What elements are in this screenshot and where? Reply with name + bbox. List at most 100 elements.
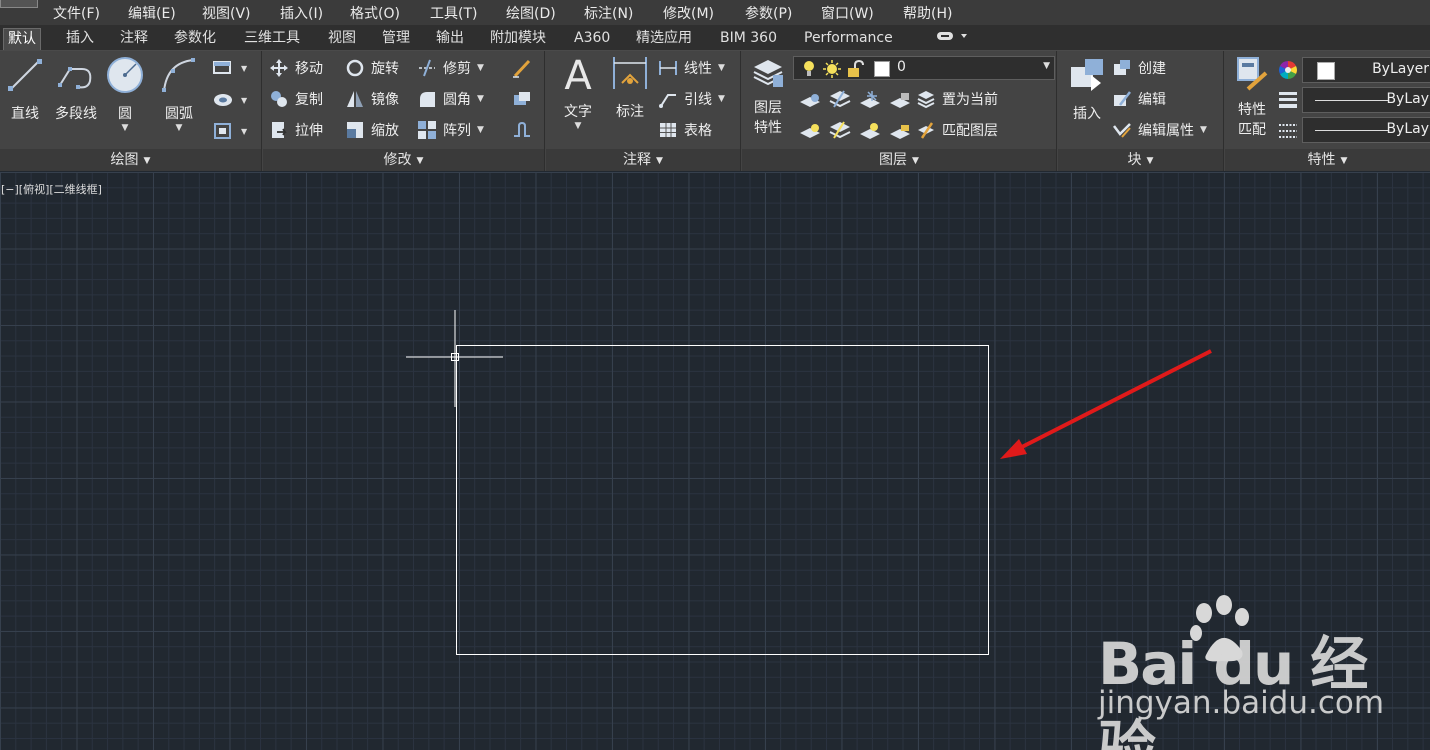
menu-edit[interactable]: 编辑(E): [128, 3, 176, 23]
array-dropdown-icon[interactable]: ▼: [477, 125, 484, 135]
menu-parametric[interactable]: 参数(P): [745, 3, 792, 23]
mirror-tool[interactable]: 镜像: [345, 88, 399, 110]
boundary-icon[interactable]: [212, 121, 234, 141]
text-tool[interactable]: A 文字 ▼: [556, 53, 600, 131]
draw-panel-title[interactable]: 绘图 ▼: [0, 149, 261, 171]
ribbon: 直线 多段线 圆 ▼ 圆弧 ▼ ▼ ▼ ▼ 绘图 ▼ 移动 旋转 修剪 ▼ 复制…: [0, 51, 1430, 171]
menu-dimension[interactable]: 标注(N): [584, 3, 633, 23]
color-dropdown[interactable]: ByLayer: [1302, 57, 1430, 83]
create-block-tool[interactable]: 创建: [1112, 57, 1166, 79]
dimension-tool[interactable]: 标注: [608, 53, 652, 121]
layer-thaw-icon[interactable]: [858, 120, 882, 142]
linetype-icon[interactable]: [1277, 121, 1299, 141]
layer-unlock-all-icon[interactable]: [888, 120, 912, 142]
leader-tool[interactable]: 引线 ▼: [658, 88, 725, 110]
arc-dropdown-icon[interactable]: ▼: [156, 123, 202, 133]
layer-on-icon[interactable]: [798, 121, 822, 141]
tab-annotate[interactable]: 注释: [116, 28, 152, 50]
layer-lock-icon[interactable]: [888, 89, 912, 111]
offset-icon[interactable]: [511, 120, 533, 140]
tab-addins[interactable]: 附加模块: [486, 28, 550, 50]
tab-featured-apps[interactable]: 精选应用: [632, 28, 696, 50]
ribbon-toggle-icon[interactable]: [936, 29, 970, 43]
match-layer-label: 匹配图层: [942, 123, 998, 139]
line-tool[interactable]: 直线: [4, 55, 46, 123]
circle-dropdown-icon[interactable]: ▼: [104, 123, 146, 133]
tab-manage[interactable]: 管理: [378, 28, 414, 50]
trim-tool[interactable]: 修剪 ▼: [417, 57, 484, 79]
layer-isolate-icon[interactable]: [828, 87, 852, 111]
linetype-value: ByLay: [1386, 121, 1429, 137]
erase-icon[interactable]: [511, 58, 533, 78]
leader-dropdown-icon[interactable]: ▼: [718, 94, 725, 104]
tab-bim360[interactable]: BIM 360: [716, 28, 781, 50]
layer-off-icon[interactable]: [798, 90, 822, 110]
menu-format[interactable]: 格式(O): [350, 3, 400, 23]
insert-block-tool[interactable]: 插入: [1062, 55, 1112, 123]
circle-icon: [107, 57, 143, 93]
viewport-controls-label[interactable]: [−][俯视][二维线框]: [1, 181, 102, 197]
menu-tools[interactable]: 工具(T): [430, 3, 477, 23]
menu-window[interactable]: 窗口(W): [821, 3, 874, 23]
text-dropdown-icon[interactable]: ▼: [556, 121, 600, 131]
menu-help[interactable]: 帮助(H): [903, 3, 952, 23]
edit-attributes-label: 编辑属性: [1138, 123, 1194, 139]
boundary-dropdown-icon[interactable]: ▼: [241, 127, 247, 136]
layer-unisolate-icon[interactable]: [828, 118, 852, 142]
layers-panel-title[interactable]: 图层 ▼: [742, 149, 1056, 171]
hatch-icon[interactable]: [212, 91, 234, 109]
hatch-dropdown-icon[interactable]: ▼: [241, 96, 247, 105]
menu-draw[interactable]: 绘图(D): [506, 3, 556, 23]
rectangle-dropdown-icon[interactable]: ▼: [241, 64, 247, 73]
match-layer-tool[interactable]: 匹配图层: [916, 119, 998, 141]
layer-freeze-icon[interactable]: [858, 89, 882, 111]
arc-tool[interactable]: 圆弧 ▼: [156, 55, 202, 133]
table-tool[interactable]: 表格: [658, 119, 712, 141]
rotate-tool[interactable]: 旋转: [345, 57, 399, 79]
move-tool[interactable]: 移动: [269, 57, 323, 79]
tab-home[interactable]: 默认: [3, 28, 41, 50]
tab-3d-tools[interactable]: 三维工具: [240, 28, 304, 50]
match-properties-tool[interactable]: 特性 匹配: [1227, 55, 1277, 139]
linear-dim-tool[interactable]: 线性 ▼: [658, 57, 725, 79]
layer-properties-tool[interactable]: 图层 特性: [746, 55, 790, 137]
scale-tool[interactable]: 缩放: [345, 119, 399, 141]
linetype-dropdown[interactable]: ByLay: [1302, 117, 1430, 143]
properties-panel-title[interactable]: 特性 ▼: [1225, 149, 1430, 171]
color-wheel-icon[interactable]: [1277, 59, 1299, 81]
tab-performance[interactable]: Performance: [800, 28, 897, 50]
linear-dropdown-icon[interactable]: ▼: [718, 63, 725, 73]
fillet-tool[interactable]: 圆角 ▼: [417, 88, 484, 110]
application-button[interactable]: [0, 0, 38, 8]
stretch-tool[interactable]: 拉伸: [269, 119, 323, 141]
menu-file[interactable]: 文件(F): [53, 3, 100, 23]
tab-a360[interactable]: A360: [570, 28, 614, 50]
tab-view[interactable]: 视图: [324, 28, 360, 50]
menu-modify[interactable]: 修改(M): [663, 3, 714, 23]
block-panel-title[interactable]: 块 ▼: [1058, 149, 1223, 171]
edit-block-tool[interactable]: 编辑: [1112, 88, 1166, 110]
layer-dropdown[interactable]: 0 ▼: [793, 56, 1055, 80]
tab-parametric[interactable]: 参数化: [170, 28, 220, 50]
rectangle-icon[interactable]: [212, 59, 234, 77]
menu-insert[interactable]: 插入(I): [280, 3, 323, 23]
annotation-panel-title[interactable]: 注释 ▼: [546, 149, 740, 171]
tab-insert[interactable]: 插入: [62, 28, 98, 50]
menu-view[interactable]: 视图(V): [202, 3, 251, 23]
modify-panel-title[interactable]: 修改 ▼: [263, 149, 544, 171]
polyline-tool[interactable]: 多段线: [50, 55, 102, 123]
copy-tool[interactable]: 复制: [269, 88, 323, 110]
array-tool[interactable]: 阵列 ▼: [417, 119, 484, 141]
circle-tool[interactable]: 圆 ▼: [104, 55, 146, 133]
fillet-dropdown-icon[interactable]: ▼: [477, 94, 484, 104]
trim-dropdown-icon[interactable]: ▼: [477, 63, 484, 73]
edit-attributes-tool[interactable]: 编辑属性 ▼: [1112, 119, 1207, 141]
scale-icon: [347, 122, 363, 138]
lineweight-icon[interactable]: [1277, 90, 1299, 110]
explode-icon[interactable]: [511, 89, 533, 109]
edit-attributes-dropdown-icon[interactable]: ▼: [1200, 125, 1207, 135]
tab-output[interactable]: 输出: [432, 28, 468, 50]
set-current-layer-tool[interactable]: 置为当前: [916, 88, 998, 110]
layer-properties-icon: [753, 60, 783, 87]
lineweight-dropdown[interactable]: ByLay: [1302, 87, 1430, 113]
